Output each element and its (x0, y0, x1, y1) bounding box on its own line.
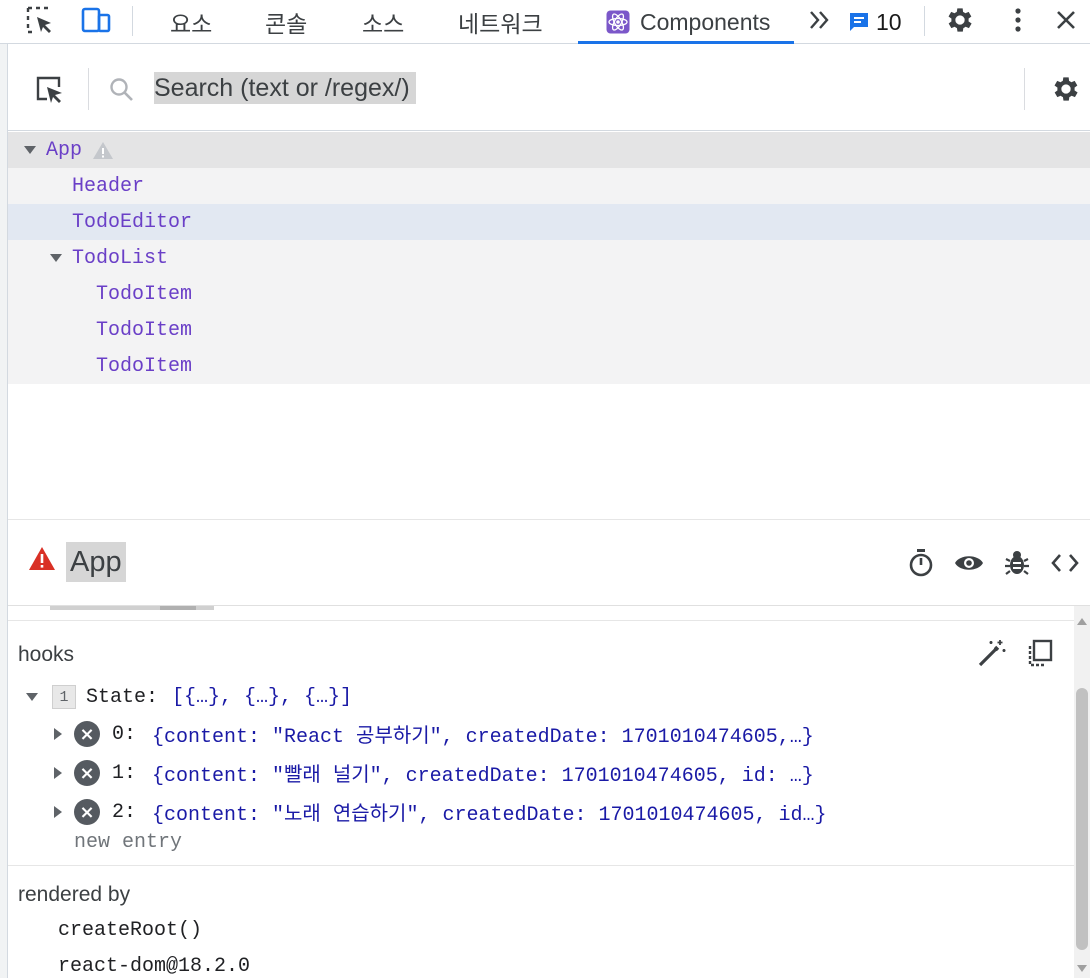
component-settings-icon[interactable] (1050, 73, 1082, 105)
delete-entry-icon[interactable]: × (74, 721, 100, 747)
hook-key: State: (86, 685, 159, 709)
scrollbar-thumb[interactable] (160, 606, 196, 610)
timer-icon[interactable] (906, 548, 936, 578)
expand-caret-icon[interactable] (24, 146, 36, 154)
view-source-icon[interactable] (1050, 548, 1080, 578)
hooks-panel: hooks 1 State: [{…}, {…}, {…}] × 0: {con… (8, 620, 1074, 866)
tab-sources[interactable]: 소스 (362, 0, 404, 44)
new-entry-input[interactable]: new entry (74, 831, 182, 854)
select-element-icon[interactable] (30, 70, 68, 108)
tree-item-todoitem[interactable]: TodoItem (8, 312, 1090, 348)
tab-components-label: Components (640, 8, 771, 35)
rendered-by-panel: rendered by createRoot() react-dom@18.2.… (8, 867, 1074, 978)
hooks-title: hooks (18, 643, 75, 666)
more-tabs-icon[interactable] (804, 4, 836, 36)
tree-item-header[interactable]: Header (8, 168, 1090, 204)
tab-network-label: 네트워크 (458, 11, 543, 37)
tree-item-todoitem[interactable]: TodoItem (8, 348, 1090, 384)
tree-empty-area (8, 384, 1090, 520)
entry-value: {content: "React 공부하기", createdDate: 170… (152, 726, 814, 749)
tree-item-todoitem[interactable]: TodoItem (8, 276, 1090, 312)
scroll-up-arrow-icon[interactable] (1077, 618, 1087, 625)
rendered-by-item: createRoot() (58, 919, 203, 942)
hook-index-badge: 1 (52, 685, 76, 709)
device-toolbar-icon[interactable] (80, 4, 112, 36)
component-search-bar: Search (text or /regex/) (8, 48, 1090, 131)
tab-elements[interactable]: 요소 (170, 0, 212, 44)
tree-item-app[interactable]: App (8, 132, 1090, 168)
tree-item-todolist[interactable]: TodoList (8, 240, 1090, 276)
tree-item-label: TodoItem (96, 354, 193, 378)
left-border-strip (0, 44, 8, 978)
warning-icon (93, 142, 114, 159)
react-icon (606, 10, 630, 34)
state-entry-row[interactable]: × 0: {content: "React 공부하기", createdDate… (54, 718, 814, 750)
tab-separator (132, 6, 133, 36)
tab-separator (924, 6, 925, 36)
entry-value: {content: "노래 연습하기", createdDate: 170101… (152, 804, 827, 827)
entry-key: 1: (112, 761, 137, 785)
scrollbar-thumb[interactable] (1076, 688, 1088, 950)
expand-caret-icon[interactable] (54, 728, 62, 740)
rendered-by-title: rendered by (18, 883, 131, 906)
hook-value: [{…}, {…}, {…}] (172, 685, 353, 709)
tab-components[interactable]: Components (578, 0, 795, 44)
copy-icon[interactable] (1024, 637, 1056, 669)
entry-key: 2: (112, 800, 137, 824)
search-separator (1024, 68, 1025, 110)
state-entry-row[interactable]: × 1: {content: "빨래 널기", createdDate: 170… (54, 757, 814, 789)
log-to-console-bug-icon[interactable] (1002, 548, 1032, 578)
tree-item-label: TodoItem (96, 318, 193, 342)
tab-network[interactable]: 네트워크 (458, 0, 543, 44)
search-placeholder: Search (text or /regex/) (154, 74, 410, 102)
tab-console-label: 콘솔 (265, 11, 308, 37)
selected-component-name: App (66, 542, 126, 582)
delete-entry-icon[interactable]: × (74, 799, 100, 825)
hook-state-row[interactable]: 1 State: [{…}, {…}, {…}] (26, 681, 352, 713)
search-icon (110, 78, 133, 101)
expand-caret-icon[interactable] (54, 767, 62, 779)
vertical-scrollbar[interactable] (1074, 606, 1090, 978)
search-separator (88, 68, 89, 110)
parse-hook-names-wand-icon[interactable] (976, 637, 1008, 669)
inspect-dom-eye-icon[interactable] (954, 548, 984, 578)
issues-icon (850, 13, 868, 31)
tree-item-todoeditor[interactable]: TodoEditor (8, 204, 1090, 240)
collapse-caret-icon[interactable] (26, 693, 38, 701)
devtools-tabbar: 요소 콘솔 소스 네트워크 Components 10 (0, 0, 1090, 44)
warning-icon (29, 547, 55, 570)
tree-item-label: App (46, 138, 83, 162)
search-input[interactable]: Search (text or /regex/) (154, 72, 416, 104)
settings-gear-icon[interactable] (944, 4, 976, 36)
tree-item-label: TodoEditor (72, 210, 193, 234)
active-tab-indicator (578, 41, 795, 44)
expand-caret-icon[interactable] (54, 806, 62, 818)
scroll-down-arrow-icon[interactable] (1077, 965, 1087, 972)
state-entry-row[interactable]: × 2: {content: "노래 연습하기", createdDate: 1… (54, 796, 827, 828)
tab-elements-label: 요소 (170, 11, 213, 37)
tree-item-label: TodoList (72, 246, 169, 270)
issues-counter[interactable]: 10 (848, 8, 902, 36)
entry-value: {content: "빨래 널기", createdDate: 17010104… (152, 765, 814, 788)
expand-caret-icon[interactable] (50, 254, 62, 262)
rendered-by-item: react-dom@18.2.0 (58, 955, 251, 978)
selected-component-header: App (8, 520, 1090, 606)
horizontal-scrollbar[interactable] (50, 606, 214, 610)
inspect-element-icon[interactable] (24, 4, 56, 36)
component-tree: App Header TodoEditor TodoList TodoItem … (8, 132, 1090, 384)
issues-count: 10 (876, 8, 902, 35)
delete-entry-icon[interactable]: × (74, 760, 100, 786)
close-icon[interactable] (1050, 4, 1082, 36)
more-options-icon[interactable] (1002, 4, 1034, 36)
tree-item-label: Header (72, 174, 145, 198)
tab-sources-label: 소스 (362, 11, 405, 37)
tree-item-label: TodoItem (96, 282, 193, 306)
tab-console[interactable]: 콘솔 (265, 0, 307, 44)
entry-key: 0: (112, 722, 137, 746)
